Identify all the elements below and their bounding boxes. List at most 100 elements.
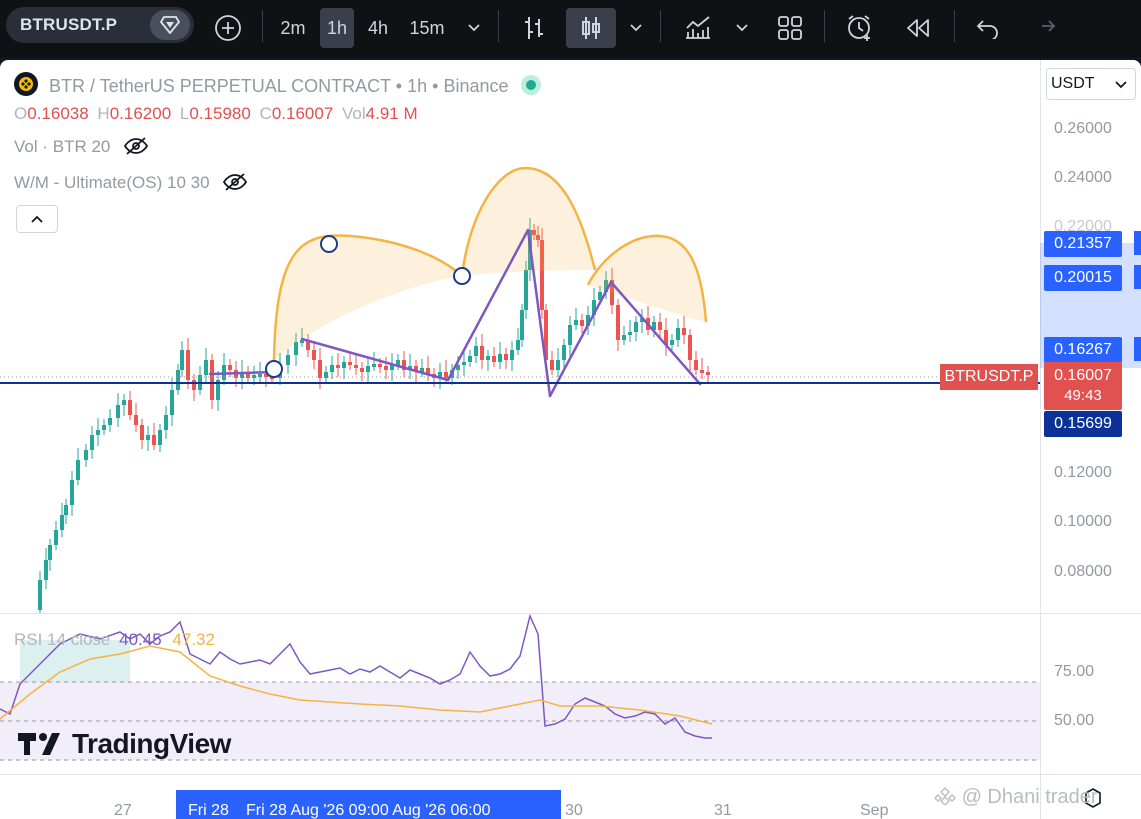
- trend-line: [548, 280, 613, 398]
- chevron-down-icon: [468, 24, 480, 32]
- toolbar-separator: [660, 10, 661, 42]
- candle-body: [580, 320, 584, 326]
- alert-button[interactable]: [840, 8, 880, 48]
- price-label-4: 0.15699: [1044, 411, 1122, 437]
- pane-divider[interactable]: [0, 613, 1141, 614]
- undo-button[interactable]: [968, 8, 1008, 48]
- candle-body: [616, 305, 620, 340]
- chart-type-dropdown[interactable]: [624, 8, 648, 48]
- open-value: 0.16038: [27, 104, 89, 123]
- candle-body: [550, 360, 554, 370]
- interval-4h[interactable]: 4h: [360, 8, 396, 48]
- range-handle[interactable]: [1134, 265, 1141, 289]
- candle-body: [70, 480, 74, 505]
- chart-legend: BTR / TetherUS PERPETUAL CONTRACT • 1h •…: [14, 72, 542, 97]
- candle-body: [480, 346, 484, 360]
- time-label: 30: [565, 802, 583, 819]
- candle-body: [700, 370, 704, 373]
- ohlc-values: O0.16038 H0.16200 L0.15980 C0.16007 Vol4…: [14, 104, 418, 123]
- candle-body: [568, 325, 572, 345]
- candle-body: [122, 400, 126, 405]
- candle-body: [140, 425, 144, 440]
- vol-indicator-legend[interactable]: Vol · BTR 20: [14, 136, 149, 157]
- price-label-1: 0.20015: [1044, 265, 1122, 291]
- candle-style-button[interactable]: [566, 8, 616, 48]
- legend-title: BTR / TetherUS PERPETUAL CONTRACT: [49, 76, 391, 96]
- candle-body: [54, 530, 58, 545]
- trend-line: [300, 337, 450, 382]
- rsi-legend[interactable]: RSI 14 close 40.45 47.32: [14, 630, 215, 650]
- interval-1h[interactable]: 1h: [320, 8, 354, 48]
- diamond-icon[interactable]: [150, 10, 190, 40]
- candle-body: [134, 415, 138, 425]
- time-label: 27: [114, 802, 132, 819]
- candle-body: [492, 356, 496, 362]
- candle-body: [330, 365, 334, 372]
- logo-text: TradingView: [72, 728, 231, 759]
- candle-body: [520, 310, 524, 340]
- close-value: 0.16007: [271, 104, 334, 123]
- candle-body: [146, 435, 150, 440]
- candle-body: [96, 430, 100, 435]
- candle-body: [286, 355, 290, 365]
- toolbar-separator: [824, 10, 825, 42]
- eye-hidden-icon[interactable]: [222, 172, 248, 192]
- interval-15m[interactable]: 15m: [402, 8, 452, 48]
- collapse-legend-button[interactable]: [16, 205, 58, 233]
- alarm-clock-icon: [848, 15, 870, 41]
- candle-body: [498, 354, 502, 362]
- candle-body: [164, 415, 168, 430]
- candle-body: [516, 340, 520, 350]
- candle-body: [192, 380, 196, 390]
- candle-body: [108, 418, 112, 425]
- eye-hidden-icon[interactable]: [123, 136, 149, 156]
- candle-body: [462, 362, 466, 365]
- redo-button[interactable]: [1024, 8, 1064, 48]
- symbol-price-tag: BTRUSDT.P: [940, 364, 1038, 390]
- volume-value: 4.91 M: [365, 104, 418, 123]
- indicators-dropdown[interactable]: [730, 8, 754, 48]
- range-handle[interactable]: [1134, 231, 1141, 255]
- candle-body: [210, 360, 214, 400]
- candle-body: [48, 545, 52, 560]
- currency-select[interactable]: USDT: [1046, 68, 1136, 100]
- undo-icon: [976, 20, 998, 39]
- wm-indicator-legend[interactable]: W/M - Ultimate(OS) 10 30: [14, 172, 248, 193]
- time-label: 31: [714, 802, 732, 819]
- candle-body: [90, 435, 94, 450]
- chevron-down-icon: [630, 24, 642, 32]
- price-plot[interactable]: [0, 60, 1040, 613]
- replay-button[interactable]: [898, 8, 938, 48]
- toolbar-separator: [262, 10, 263, 42]
- bar-style-button[interactable]: [516, 8, 552, 48]
- candle-body: [510, 350, 514, 360]
- add-symbol-button[interactable]: [210, 8, 246, 48]
- symbol-search[interactable]: BTRUSDT.P: [6, 7, 194, 43]
- candle-body: [204, 360, 208, 375]
- candle-body: [556, 360, 560, 370]
- interval-dropdown[interactable]: [462, 8, 486, 48]
- time-label-selected: Fri 28 Aug '26 09:00 Aug '26 06:00: [246, 802, 491, 819]
- high-value: 0.16200: [109, 104, 172, 123]
- rewind-icon: [907, 19, 929, 37]
- candle-body: [354, 365, 358, 368]
- price-tick: 0.26000: [1054, 120, 1112, 137]
- candle-body: [348, 362, 352, 365]
- interval-2m[interactable]: 2m: [274, 8, 312, 48]
- indicators-button[interactable]: [678, 8, 718, 48]
- candle-body: [574, 320, 578, 325]
- candle-body: [312, 350, 316, 360]
- anchor-point: [453, 267, 471, 285]
- range-handle[interactable]: [1134, 337, 1141, 361]
- legend-interval: 1h: [407, 76, 428, 96]
- candle-body: [384, 366, 388, 370]
- last-price-label: 0.16007 49:43: [1044, 362, 1122, 410]
- rsi-tick: 75.00: [1054, 663, 1095, 680]
- tradingview-logo[interactable]: TradingView: [18, 728, 231, 760]
- tv-logo-icon: [18, 733, 60, 755]
- last-price: 0.16007: [1054, 367, 1112, 384]
- rsi-ma-value: 47.32: [172, 630, 215, 649]
- chart-panel[interactable]: BTR / TetherUS PERPETUAL CONTRACT • 1h •…: [0, 60, 1141, 819]
- candle-body: [634, 322, 638, 332]
- layouts-button[interactable]: [770, 8, 810, 48]
